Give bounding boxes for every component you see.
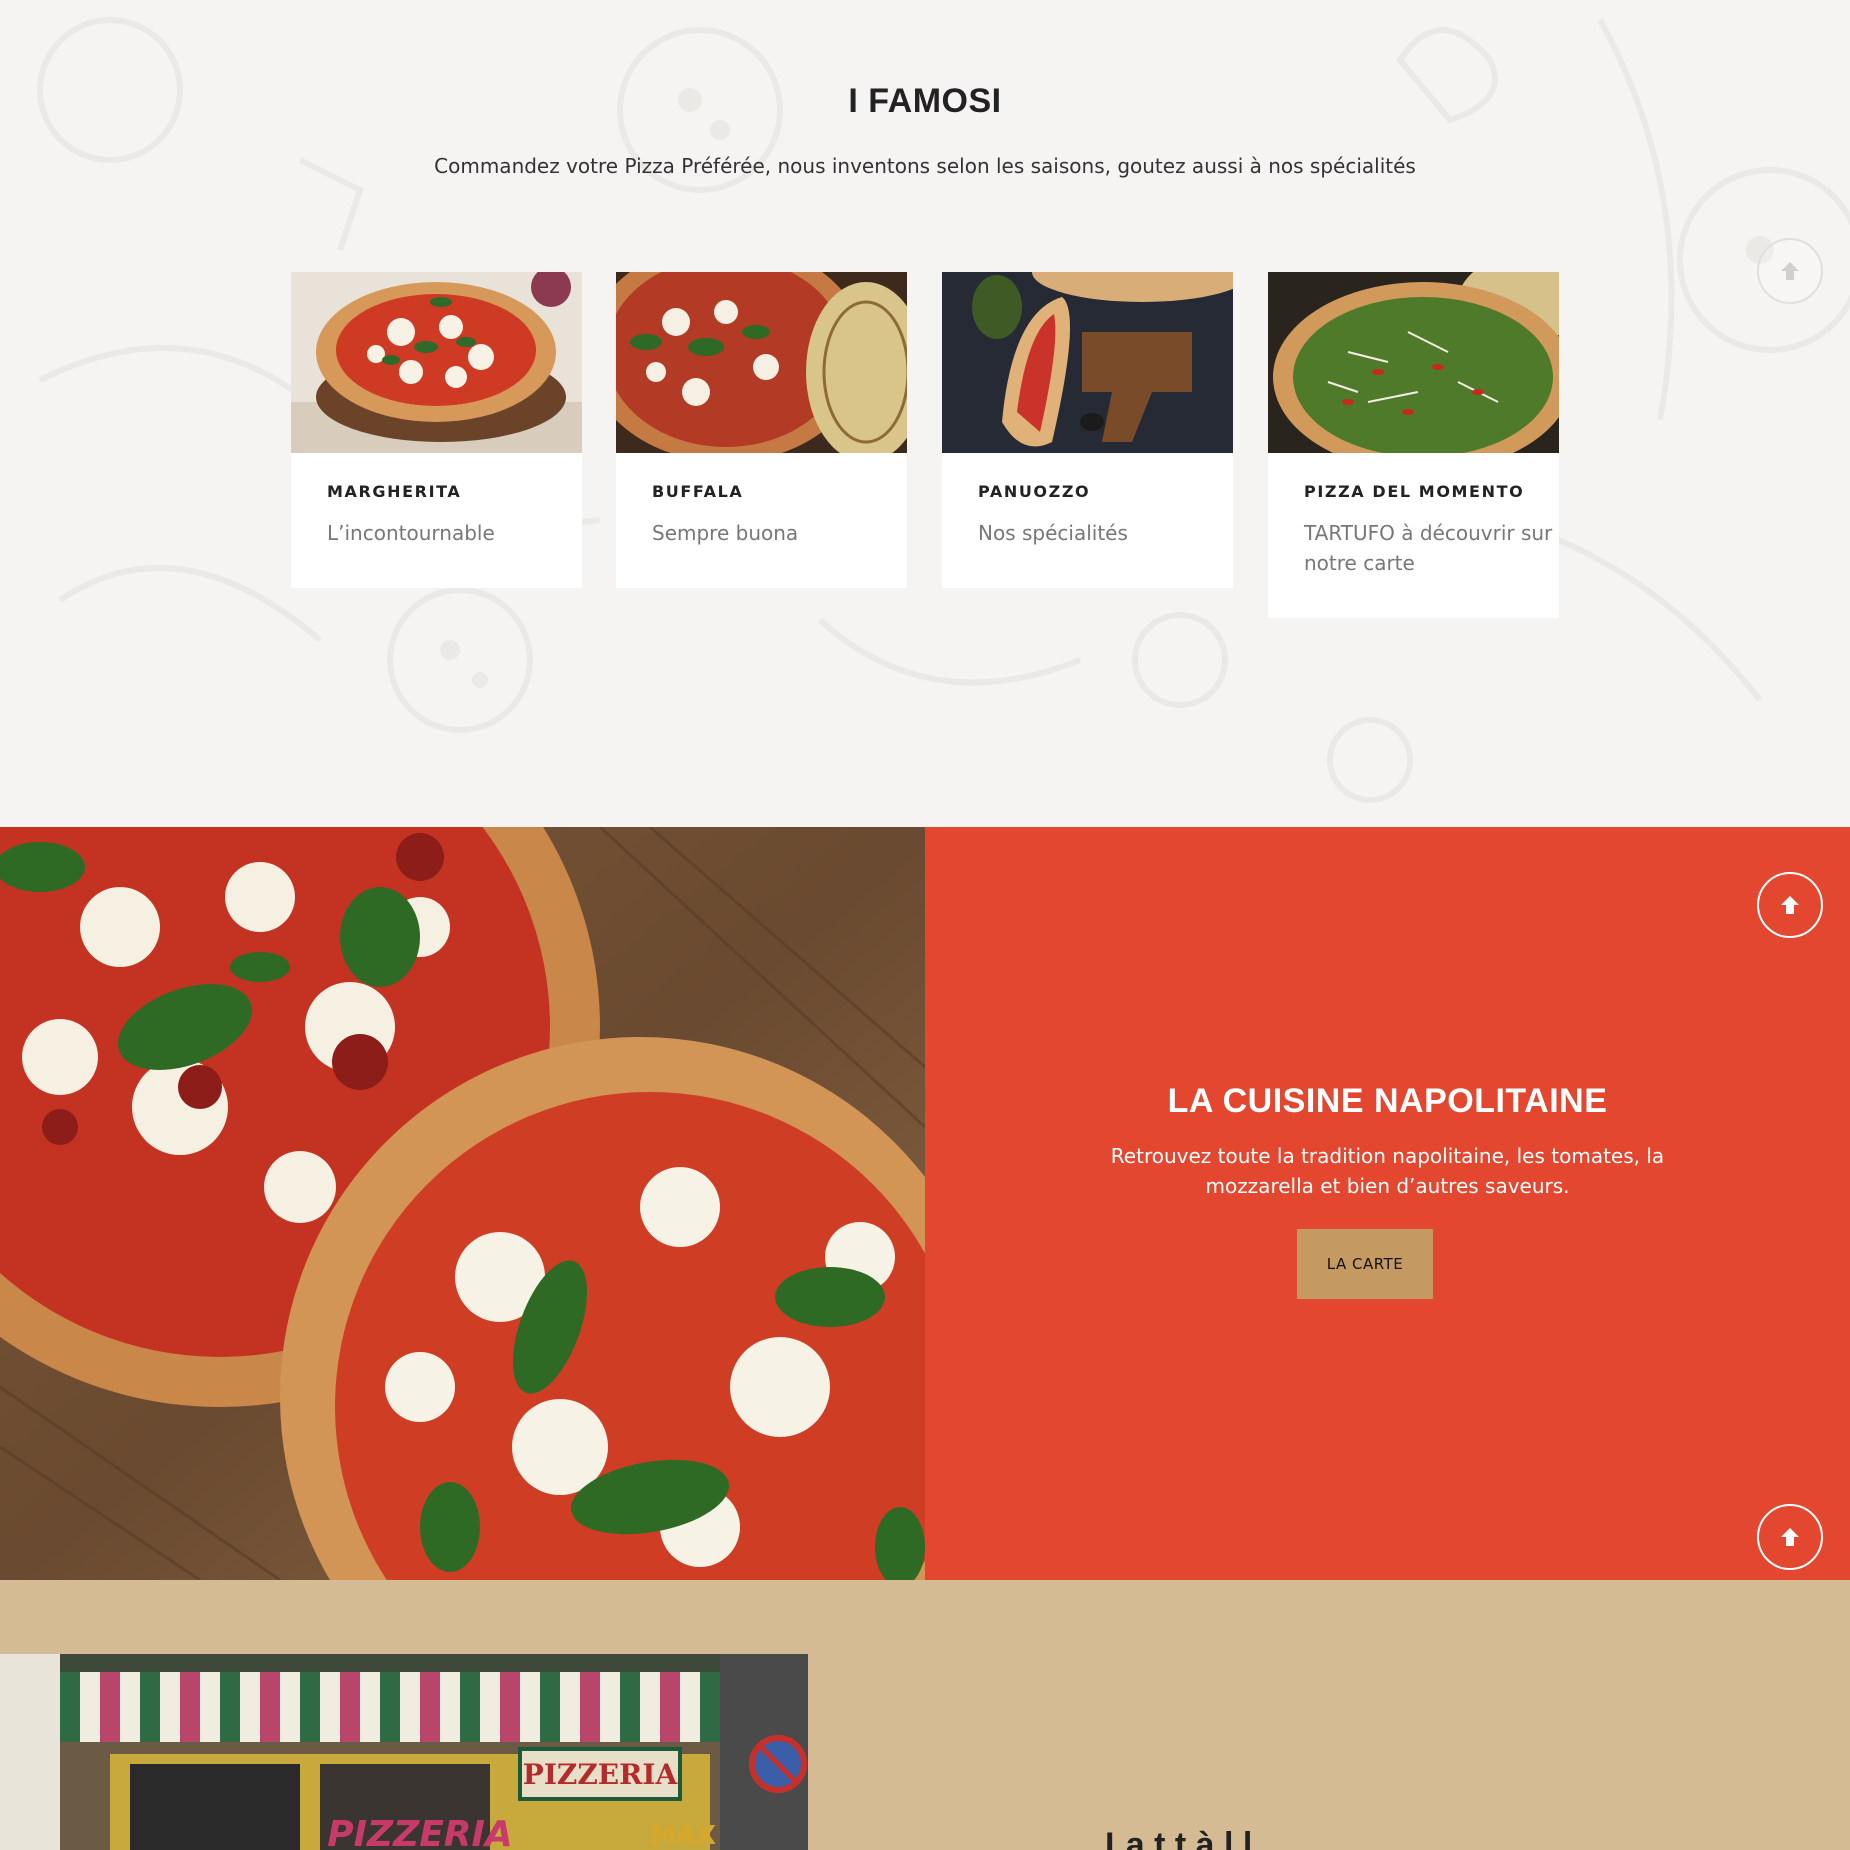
pizza-card-margherita[interactable]: MARGHERITA L’incontournable (291, 272, 582, 588)
background-doodle-pattern (37, 17, 1850, 803)
pizzeria-big-sign-text: PIZZERIA (327, 1814, 513, 1850)
card-description: Sempre buona (652, 521, 799, 545)
pizza-del-momento-image (1268, 272, 1559, 453)
storefront-section: PIZZERIA PIZZERIA MAX La t t à l l (0, 1580, 1850, 1850)
card-description: TARTUFO à découvrir sur notre carte (1304, 521, 1553, 575)
cuisine-panel: LA CUISINE NAPOLITAINE Retrouvez toute l… (925, 827, 1850, 1580)
buffala-image (616, 272, 907, 453)
card-title: PIZZA DEL MOMENTO (1304, 482, 1525, 501)
pizza-card-panuozzo[interactable]: PANUOZZO Nos spécialités (942, 272, 1233, 588)
card-title: MARGHERITA (327, 482, 462, 501)
card-title: BUFFALA (652, 482, 744, 501)
pizza-card-buffala[interactable]: BUFFALA Sempre buona (616, 272, 907, 588)
famosi-section: I FAMOSI Commandez votre Pizza Préférée,… (0, 0, 1850, 827)
scroll-top-button[interactable] (1757, 1504, 1823, 1570)
pizzeria-storefront-image: PIZZERIA PIZZERIA MAX (0, 1654, 808, 1850)
arrow-up-icon (1781, 262, 1799, 280)
storefront-photo: PIZZERIA PIZZERIA MAX (0, 1654, 808, 1850)
margherita-image (291, 272, 582, 453)
arrow-up-icon (1781, 896, 1799, 914)
scroll-top-button[interactable] (1757, 872, 1823, 938)
cuisine-description: Retrouvez toute la tradition napolitaine… (1110, 1144, 1665, 1198)
card-description: Nos spécialités (978, 521, 1128, 545)
la-carte-button[interactable]: LA CARTE (1297, 1229, 1433, 1299)
pizzeria-max-sign-text: MAX (650, 1821, 716, 1850)
scroll-top-button[interactable] (1757, 238, 1823, 304)
card-description: L’incontournable (327, 521, 495, 545)
cuisine-title: LA CUISINE NAPOLITAINE (1167, 1082, 1608, 1120)
card-title: PANUOZZO (978, 482, 1091, 501)
storefront-heading: La t t à l l (1105, 1826, 1253, 1850)
arrow-up-icon (1781, 1528, 1799, 1546)
section-subtitle: Commandez votre Pizza Préférée, nous inv… (434, 154, 1416, 178)
panuozzo-image (942, 272, 1233, 453)
cuisine-photo (0, 827, 925, 1580)
pizzeria-sign-text: PIZZERIA (523, 1758, 679, 1791)
pizza-card-del-momento[interactable]: PIZZA DEL MOMENTO TARTUFO à découvrir su… (1268, 272, 1559, 618)
section-title: I FAMOSI (848, 82, 1002, 120)
pizzas-photo (0, 827, 925, 1580)
